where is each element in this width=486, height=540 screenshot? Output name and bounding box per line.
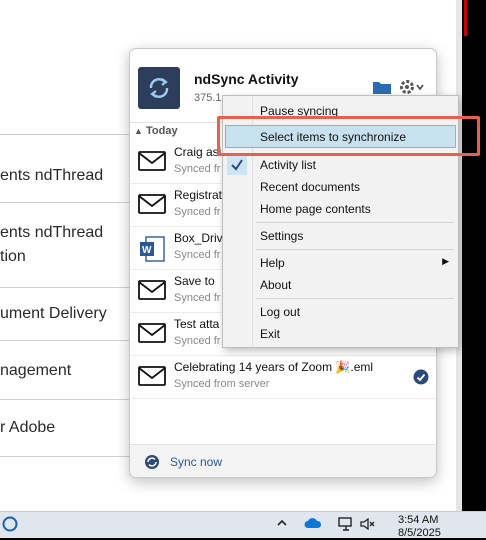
synced-check-icon xyxy=(413,369,429,390)
sync-now-button[interactable]: Sync now xyxy=(170,455,222,469)
mail-icon xyxy=(138,150,166,177)
submenu-arrow-icon: ▶ xyxy=(442,256,449,266)
svg-text:W: W xyxy=(142,245,152,256)
mail-icon xyxy=(138,365,166,392)
menu-item-help[interactable]: Help ▶ xyxy=(223,252,458,273)
menu-item-label: Log out xyxy=(260,305,301,319)
menu-separator xyxy=(256,249,454,250)
sync-icon[interactable] xyxy=(144,454,160,475)
item-status: Synced fr xyxy=(174,335,221,347)
window-edge xyxy=(462,0,486,511)
menu-item-about[interactable]: About xyxy=(223,274,458,295)
menu-item-exit[interactable]: Exit xyxy=(223,323,458,344)
item-status: Synced fr xyxy=(174,163,221,175)
menu-separator xyxy=(256,222,454,223)
item-status: Synced fr xyxy=(174,292,221,304)
menu-item-label: Recent documents xyxy=(260,180,361,194)
chevron-up-icon[interactable] xyxy=(276,517,288,532)
item-name: Test atta xyxy=(174,317,220,331)
menu-item-label: Help xyxy=(260,256,285,270)
search-circle-icon[interactable] xyxy=(2,516,18,535)
item-name: Craig asi xyxy=(174,145,222,159)
onedrive-cloud-icon[interactable] xyxy=(304,517,322,532)
background-row-label: r Adobe xyxy=(0,419,56,436)
background-row-label: ents ndThread xyxy=(0,224,104,241)
item-status: Synced fr xyxy=(174,249,221,261)
background-row[interactable]: r Adobe xyxy=(0,400,140,457)
menu-item-log-out[interactable]: Log out xyxy=(223,301,458,322)
panel-footer: Sync now xyxy=(130,444,436,477)
background-row[interactable]: ument Delivery xyxy=(0,288,140,341)
background-row-label: tion xyxy=(0,248,26,265)
background-row[interactable]: nagement xyxy=(0,341,140,400)
menu-separator xyxy=(256,298,454,299)
menu-item-label: About xyxy=(260,278,292,292)
mail-icon xyxy=(138,322,166,349)
mail-icon xyxy=(138,193,166,220)
menu-item-label: Exit xyxy=(260,327,281,341)
menu-item-label: Settings xyxy=(260,229,304,243)
annotation-highlight-box xyxy=(217,116,480,156)
item-name: Save to xyxy=(174,274,215,288)
background-row[interactable]: ents ndThread xyxy=(0,150,140,203)
section-today: ▲ Today xyxy=(134,125,178,137)
word-doc-icon: W xyxy=(138,236,166,267)
item-name: Celebrating 14 years of Zoom 🎉.eml xyxy=(174,360,374,374)
panel-subtitle: 375.1 xyxy=(194,92,222,104)
taskbar-clock[interactable]: 3:54 AM 8/5/2025 xyxy=(398,514,441,540)
clock-time: 3:54 AM xyxy=(398,514,439,526)
network-icon[interactable] xyxy=(338,517,354,534)
panel-title: ndSync Activity xyxy=(194,71,299,87)
mail-icon xyxy=(138,279,166,306)
collapse-caret-icon[interactable]: ▲ xyxy=(134,126,143,136)
checkmark-icon xyxy=(227,154,247,175)
item-status: Synced from server xyxy=(174,378,270,390)
background-row[interactable]: ents ndThread tion xyxy=(0,203,140,288)
menu-item-label: Home page contents xyxy=(260,202,371,216)
background-row-label: ents ndThread xyxy=(0,167,104,184)
item-status: Synced fr xyxy=(174,206,221,218)
menu-item-home-page-contents[interactable]: Home page contents xyxy=(223,198,458,219)
menu-item-settings[interactable]: Settings xyxy=(223,225,458,246)
menu-item-activity-list[interactable]: Activity list xyxy=(223,154,458,175)
menu-item-label: Activity list xyxy=(260,158,317,172)
item-name: Registrat xyxy=(174,188,223,202)
menu-item-recent-documents[interactable]: Recent documents xyxy=(223,176,458,197)
background-row-label: nagement xyxy=(0,362,72,379)
ndsync-logo-icon xyxy=(138,67,180,109)
taskbar: 3:54 AM 8/5/2025 xyxy=(0,511,486,540)
background-row-label: ument Delivery xyxy=(0,305,107,322)
clock-date: 8/5/2025 xyxy=(398,527,441,539)
section-label: Today xyxy=(145,125,178,137)
speaker-muted-icon[interactable] xyxy=(360,517,376,534)
list-item[interactable]: Celebrating 14 years of Zoom 🎉.eml Synce… xyxy=(130,356,436,399)
background-divider xyxy=(0,134,140,135)
